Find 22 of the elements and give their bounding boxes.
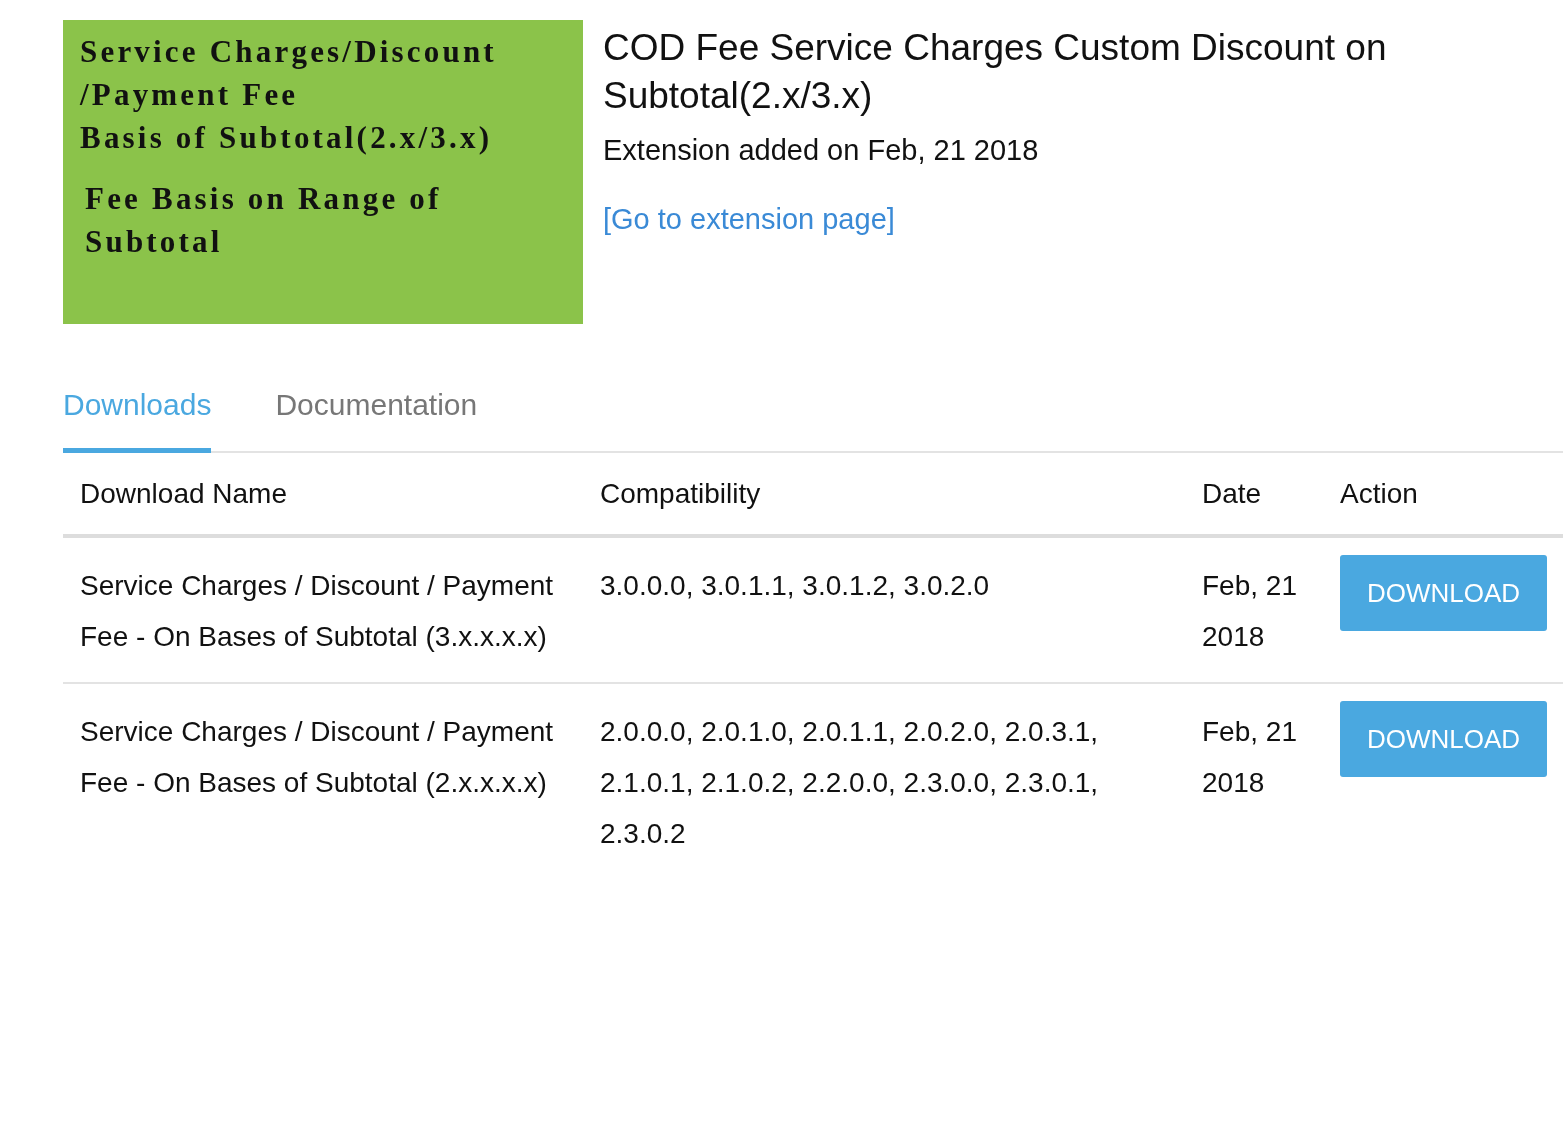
table-cell: Service Charges / Discount / Payment Fee - On Bases of Subtotal (3.x.x.x.x) [63, 538, 583, 684]
table-cell: 3.0.0.0, 3.0.1.1, 3.0.1.2, 3.0.2.0 [583, 538, 1185, 684]
extension-title: COD Fee Service Charges Custom Discount on Subtotal(2.x/3.x) [603, 26, 1388, 118]
banner-text: Subtotal [85, 223, 223, 261]
extension-page-link[interactable]: [Go to extension page] [603, 203, 895, 236]
download-button[interactable]: DOWNLOAD [1340, 701, 1547, 777]
column-header: Action [1323, 453, 1563, 538]
banner-text: Fee Basis on Range of [85, 180, 442, 218]
download-button[interactable]: DOWNLOAD [1340, 555, 1547, 631]
column-header: Date [1185, 453, 1323, 538]
table-cell-text: 2.0.0.0, 2.0.1.0, 2.0.1.1, 2.0.2.0, 2.0.3.1, 2.1.0.1, 2.1.0.2, 2.2.0.0, 2.3.0.0, 2.3.0.1, 2.3.0.2 [599, 715, 1100, 851]
table-cell-text: Service Charges / Discount / Payment Fee - On Bases of Subtotal (2.x.x.x.x) [79, 715, 555, 800]
date-added: Extension added on Feb, 21 2018 [603, 134, 1039, 167]
tab[interactable]: Documentation [275, 380, 478, 453]
banner-text: /Payment Fee [80, 76, 299, 114]
table-cell-text: Feb, 21 2018 [1201, 715, 1298, 800]
banner-text: Basis of Subtotal(2.x/3.x) [80, 119, 493, 157]
column-header: Compatibility [583, 453, 1185, 538]
table-cell: Feb, 21 2018 [1185, 538, 1323, 684]
banner-text: Service Charges/Discount [80, 33, 497, 71]
tab[interactable]: Downloads [63, 380, 212, 453]
column-header: Download Name [63, 453, 583, 538]
